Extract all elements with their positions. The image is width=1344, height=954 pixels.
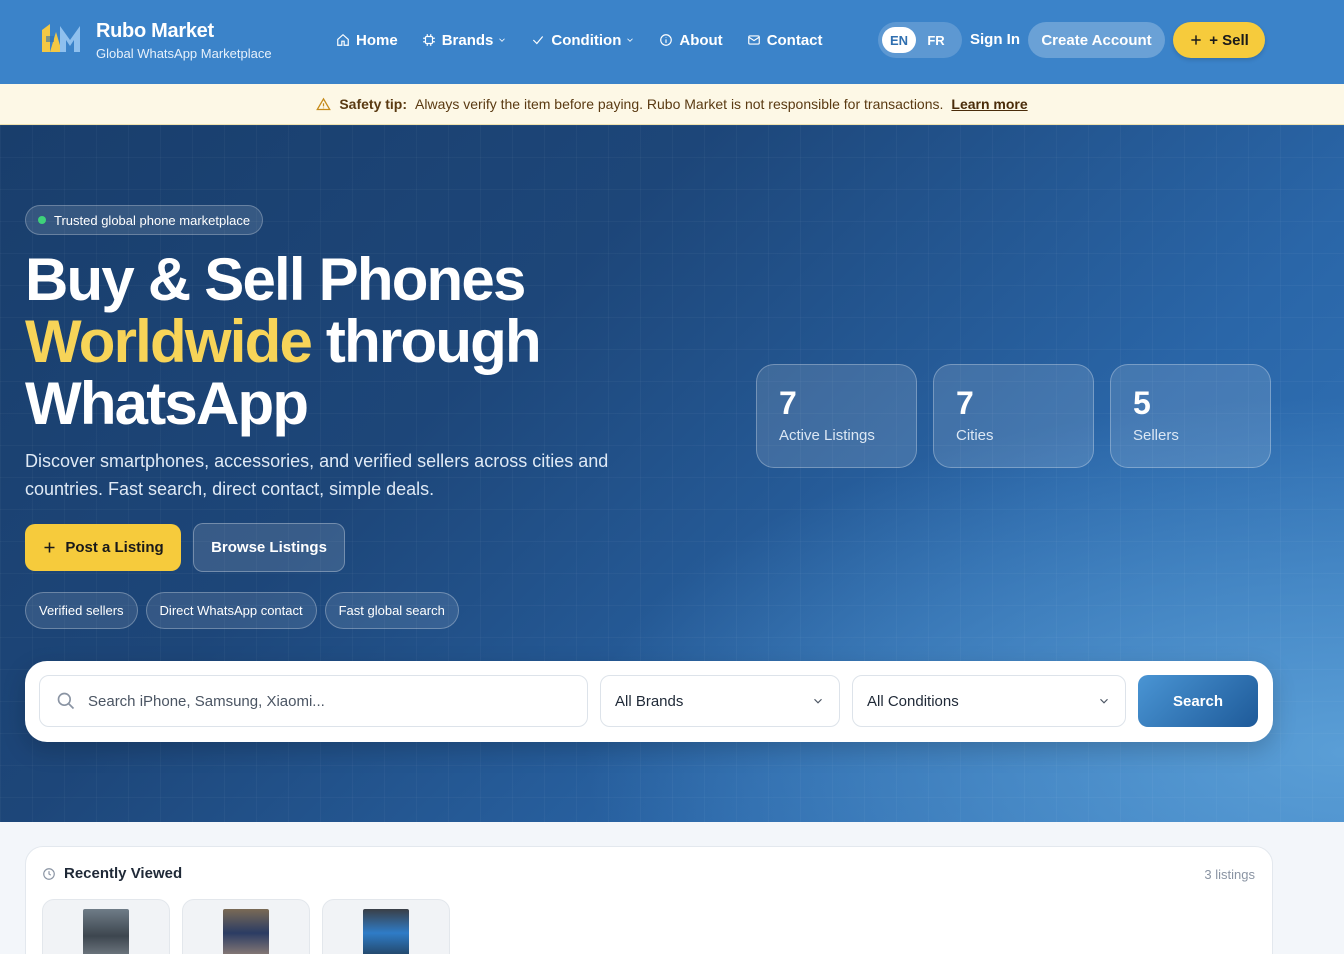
stat-sellers: 5 Sellers — [1110, 364, 1271, 468]
tag-global-search: Fast global search — [324, 592, 459, 629]
mail-icon — [747, 35, 760, 45]
stat-label: Active Listings — [779, 427, 875, 444]
brand-tagline: Global WhatsApp Marketplace — [96, 46, 272, 61]
post-listing-label: Post a Listing — [65, 539, 164, 556]
check-icon — [533, 36, 544, 45]
hero-title-line3: WhatsApp — [25, 370, 309, 437]
plus-icon — [44, 542, 55, 553]
search-button[interactable]: Search — [1138, 675, 1258, 727]
warning-icon — [316, 97, 332, 110]
nav-condition[interactable]: Condition — [531, 28, 635, 52]
stat-value: 7 — [779, 385, 797, 421]
condition-select[interactable]: All Conditions — [852, 675, 1126, 727]
search-input[interactable] — [88, 692, 538, 710]
browse-listings-button[interactable]: Browse Listings — [193, 523, 345, 572]
listing-thumbnail — [223, 909, 269, 954]
search-field-wrapper — [39, 675, 588, 727]
language-switcher: EN FR — [878, 22, 962, 58]
search-panel: All Brands All Conditions Search — [25, 661, 1273, 742]
brand-select-value: All Brands — [615, 692, 684, 710]
stat-cities: 7 Cities — [933, 364, 1094, 468]
chevron-down-icon — [499, 38, 506, 42]
hero-section: Trusted global phone marketplace Buy & S… — [0, 125, 1344, 822]
trusted-badge-label: Trusted global phone marketplace — [54, 212, 251, 228]
chevron-down-icon — [627, 38, 634, 42]
recently-viewed-title: Recently Viewed — [64, 865, 183, 882]
home-icon — [337, 33, 349, 46]
nav-condition-label: Condition — [551, 31, 622, 49]
nav-about-label: About — [679, 31, 723, 49]
recently-viewed-count: 3 listings — [1204, 867, 1255, 882]
lang-en-toggle[interactable]: EN — [882, 27, 916, 53]
nav-home[interactable]: Home — [336, 28, 398, 52]
safety-label: Safety tip: — [339, 96, 408, 112]
stat-label: Cities — [956, 427, 994, 444]
brand-select[interactable]: All Brands — [600, 675, 840, 727]
recently-viewed-panel: Recently Viewed 3 listings — [25, 846, 1273, 954]
learn-more-link[interactable]: Learn more — [951, 96, 1027, 112]
main-nav: Home Brands Condition About Contact — [336, 28, 847, 52]
sell-button[interactable]: + Sell — [1173, 22, 1265, 58]
recent-listing-card[interactable] — [182, 899, 310, 954]
nav-contact[interactable]: Contact — [747, 28, 823, 52]
stats-row: 7 Active Listings 7 Cities 5 Sellers — [756, 364, 1271, 468]
chip-icon — [422, 34, 435, 46]
trusted-badge: Trusted global phone marketplace — [25, 205, 264, 235]
recently-viewed-heading: Recently Viewed — [42, 865, 182, 882]
info-icon — [660, 34, 673, 46]
hero-title-highlight: Worldwide — [25, 308, 313, 375]
stat-label: Sellers — [1133, 427, 1179, 444]
condition-select-value: All Conditions — [867, 692, 959, 710]
tag-verified-sellers: Verified sellers — [25, 592, 138, 629]
nav-contact-label: Contact — [766, 31, 823, 49]
stat-value: 7 — [956, 385, 974, 421]
nav-home-label: Home — [356, 31, 398, 49]
safety-banner: Safety tip: Always verify the item befor… — [0, 84, 1344, 125]
tag-whatsapp-contact: Direct WhatsApp contact — [145, 592, 317, 629]
status-dot-icon — [38, 216, 46, 224]
sign-in-link[interactable]: Sign In — [970, 31, 1020, 48]
hero-title-line1: Buy & Sell Phones — [25, 246, 526, 313]
top-navbar: Rubo Market Global WhatsApp Marketplace … — [0, 0, 1344, 84]
feature-tags: Verified sellers Direct WhatsApp contact… — [25, 592, 459, 629]
hero-title-rest: through — [311, 308, 542, 375]
sell-button-label: + Sell — [1209, 31, 1249, 49]
chevron-down-icon — [814, 698, 822, 704]
listing-thumbnail — [363, 909, 409, 954]
chevron-down-icon — [1100, 698, 1108, 704]
hero-description: Discover smartphones, accessories, and v… — [25, 451, 609, 499]
search-icon — [57, 692, 75, 710]
recent-listing-card[interactable] — [42, 899, 170, 954]
create-account-button[interactable]: Create Account — [1028, 22, 1165, 58]
lang-fr-toggle[interactable]: FR — [916, 27, 956, 53]
clock-icon — [43, 867, 55, 880]
listing-thumbnail — [83, 909, 129, 954]
safety-text: Always verify the item before paying. Ru… — [415, 96, 944, 112]
plus-icon — [1191, 35, 1201, 45]
hero-title: Buy & Sell Phones Worldwide through What… — [25, 249, 705, 435]
rubo-logo-icon[interactable] — [40, 22, 84, 54]
nav-brands[interactable]: Brands — [422, 28, 508, 52]
post-listing-button[interactable]: Post a Listing — [25, 524, 181, 571]
nav-about[interactable]: About — [659, 28, 723, 52]
recent-cards — [42, 899, 450, 954]
brand-name[interactable]: Rubo Market — [96, 20, 214, 43]
stat-value: 5 — [1133, 385, 1151, 421]
stat-active-listings: 7 Active Listings — [756, 364, 917, 468]
nav-brands-label: Brands — [441, 31, 494, 49]
recent-listing-card[interactable] — [322, 899, 450, 954]
